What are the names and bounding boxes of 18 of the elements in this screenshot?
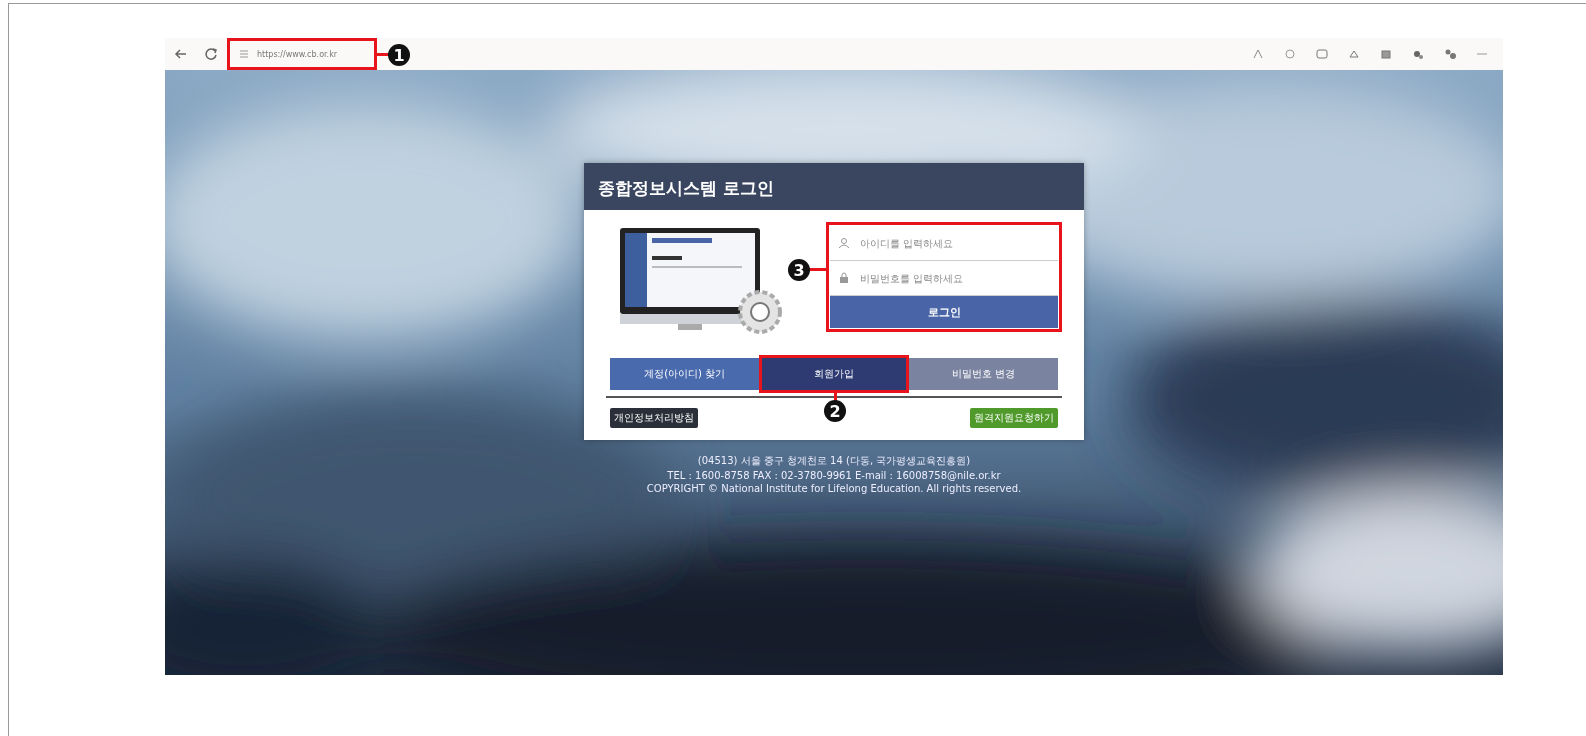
login-button[interactable]: 로그인 [830, 296, 1058, 328]
find-account-button[interactable]: 계정(아이디) 찾기 [610, 358, 760, 390]
login-title: 종합정보시스템 로그인 [584, 163, 1084, 210]
remote-support-button[interactable]: 원격지원요청하기 [970, 408, 1058, 428]
change-password-button[interactable]: 비밀번호 변경 [908, 358, 1058, 390]
footer-text: TEL : 1600-8758 FAX : 02-3780-9961 E-mail : 16008758@nile.or.kr [667, 470, 1001, 481]
callout-marker: 3 [788, 259, 810, 281]
privacy-policy-button[interactable]: 개인정보처리방침 [610, 408, 698, 428]
password-field[interactable]: 비밀번호를 입력하세요 [858, 271, 1050, 285]
lock-icon [838, 272, 850, 284]
refresh-icon[interactable] [203, 46, 219, 62]
callout-marker: 2 [824, 400, 846, 422]
footer-text: COPYRIGHT © National Institute for Lifelong Education. All rights reserved. [646, 483, 1022, 494]
sign-up-button[interactable]: 회원가입 [759, 358, 909, 390]
callout-marker: 1 [388, 44, 410, 66]
id-field[interactable]: 아이디를 입력하세요 [858, 236, 1050, 250]
footer-text: (04513) 서울 중구 청계천로 14 (다동, 국가평생교육진흥원) [697, 454, 971, 468]
user-icon [838, 237, 850, 249]
